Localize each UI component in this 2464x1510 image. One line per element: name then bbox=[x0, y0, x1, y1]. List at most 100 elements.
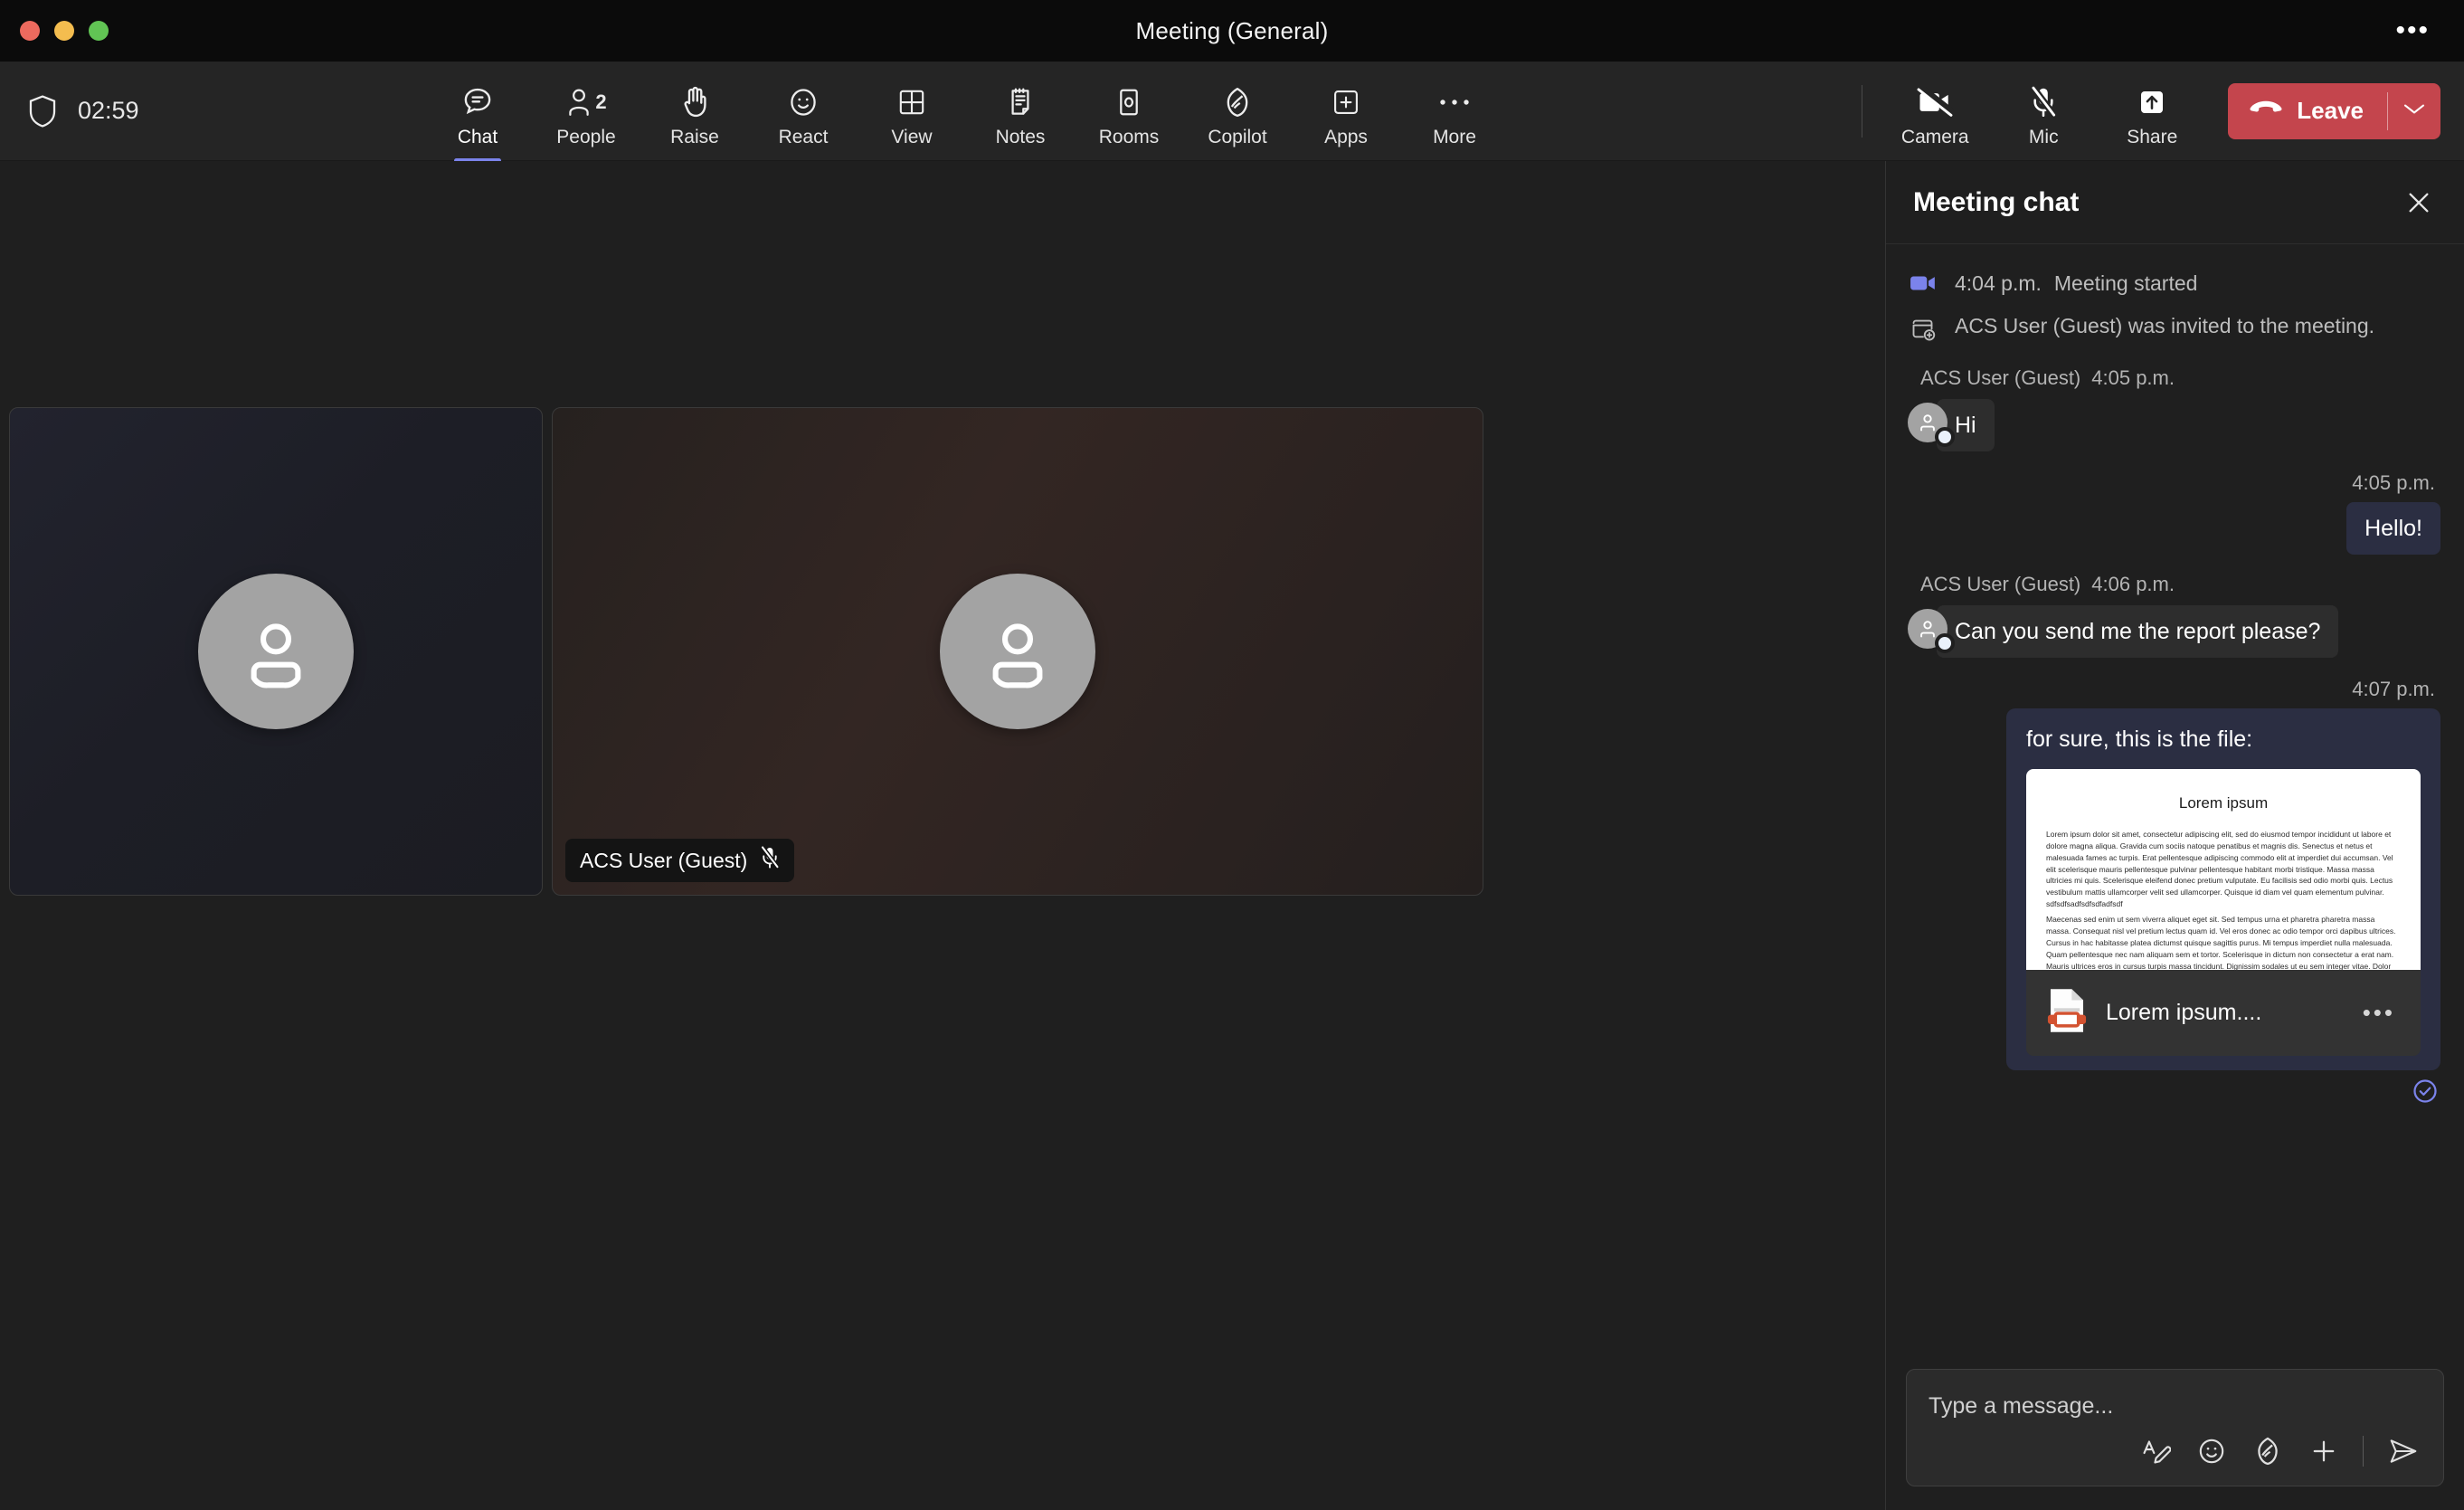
toolbar-label-chat: Chat bbox=[457, 126, 498, 147]
message-bubble: Hello! bbox=[2346, 501, 2440, 555]
compose-box[interactable]: Type a message... bbox=[1906, 1369, 2444, 1486]
toolbar-item-people[interactable]: 2 People bbox=[534, 74, 639, 148]
message-meta: ACS User (Guest) 4:05 p.m. bbox=[1908, 352, 2440, 395]
message-time: 4:05 p.m. bbox=[2352, 470, 2435, 494]
message-time: 4:06 p.m. bbox=[2091, 572, 2175, 595]
file-preview[interactable]: Lorem ipsum Lorem ipsum dolor sit amet, … bbox=[2026, 768, 2421, 970]
chat-compose-area: Type a message... bbox=[1886, 1356, 2464, 1510]
person-avatar-icon bbox=[198, 574, 354, 729]
message-bubble: Can you send me the report please? bbox=[1937, 604, 2339, 658]
mic-label: Mic bbox=[2028, 126, 2059, 147]
message-input[interactable]: Type a message... bbox=[1907, 1370, 2443, 1433]
share-button[interactable]: Share bbox=[2099, 74, 2204, 148]
system-message: ACS User (Guest) was invited to the meet… bbox=[1908, 307, 2440, 348]
people-icon: 2 bbox=[565, 83, 607, 121]
send-icon[interactable] bbox=[2385, 1434, 2421, 1468]
meeting-body: ACS User (Guest) Meeting chat 4:04 p.m. … bbox=[0, 161, 2464, 1510]
emoji-icon[interactable] bbox=[2194, 1434, 2229, 1468]
copilot-icon[interactable] bbox=[2251, 1433, 2285, 1469]
share-up-arrow-icon bbox=[2136, 83, 2168, 121]
participant-name-badge: ACS User (Guest) bbox=[565, 839, 795, 882]
message-time: 4:07 p.m. bbox=[2352, 677, 2435, 700]
toolbar-item-raise[interactable]: Raise bbox=[642, 74, 747, 148]
delivered-check-icon bbox=[2412, 1078, 2439, 1109]
toolbar-label-copilot: Copilot bbox=[1208, 126, 1267, 147]
toolbar-item-notes[interactable]: Notes bbox=[968, 74, 1073, 148]
chat-header: Meeting chat bbox=[1886, 161, 2464, 244]
message-sender: ACS User (Guest) bbox=[1920, 572, 2081, 595]
file-name: Lorem ipsum.... bbox=[2106, 999, 2262, 1025]
leave-main-area[interactable]: Leave bbox=[2228, 83, 2387, 139]
mic-off-icon bbox=[760, 845, 781, 875]
react-smiley-icon bbox=[787, 83, 820, 121]
toolbar-item-view[interactable]: View bbox=[859, 74, 964, 148]
plus-icon[interactable] bbox=[2307, 1434, 2341, 1468]
notes-icon bbox=[1007, 83, 1034, 121]
meeting-chat-panel: Meeting chat 4:04 p.m. Meeting started A… bbox=[1885, 161, 2464, 1510]
chat-message-incoming: Hi bbox=[1908, 398, 2440, 451]
toolbar-left-group: 02:59 bbox=[0, 94, 425, 128]
hangup-icon bbox=[2250, 100, 2282, 121]
toolbar-item-rooms[interactable]: Rooms bbox=[1076, 74, 1181, 148]
participant-tile[interactable]: ACS User (Guest) bbox=[552, 407, 1483, 896]
compose-actions bbox=[1907, 1433, 2443, 1486]
mic-button[interactable]: Mic bbox=[1991, 74, 2096, 148]
rooms-icon bbox=[1115, 83, 1142, 121]
toolbar-item-chat[interactable]: Chat bbox=[425, 74, 530, 163]
toolbar-label-react: React bbox=[778, 126, 829, 147]
toolbar-label-raise: Raise bbox=[670, 126, 719, 147]
participant-tiles: ACS User (Guest) bbox=[9, 407, 1483, 896]
toolbar-label-notes: Notes bbox=[995, 126, 1046, 147]
system-message-body: Meeting started bbox=[2053, 271, 2198, 295]
participant-tile[interactable] bbox=[9, 407, 543, 896]
more-ellipsis-icon bbox=[1438, 83, 1471, 121]
calendar-add-icon bbox=[1908, 312, 1938, 343]
message-meta: ACS User (Guest) 4:06 p.m. bbox=[1908, 558, 2440, 602]
share-label: Share bbox=[2127, 126, 2178, 147]
presence-indicator bbox=[1935, 426, 1955, 447]
toolbar-label-view: View bbox=[891, 126, 933, 147]
apps-plus-icon bbox=[1331, 83, 1361, 121]
file-info-bar[interactable]: Lorem ipsum.... ••• bbox=[2026, 969, 2421, 1056]
people-count-badge: 2 bbox=[595, 90, 607, 113]
toolbar-label-apps: Apps bbox=[1324, 126, 1368, 147]
window-more-menu-icon[interactable]: ••• bbox=[2386, 12, 2439, 50]
video-stage: ACS User (Guest) bbox=[0, 161, 1885, 1510]
leave-options-button[interactable] bbox=[2388, 83, 2440, 139]
chat-icon bbox=[460, 83, 495, 121]
file-preview-body: Lorem ipsum dolor sit amet, consectetur … bbox=[2046, 829, 2393, 909]
video-started-icon bbox=[1908, 270, 1938, 293]
toolbar-right-group: Camera Mic Share Leave bbox=[1845, 74, 2464, 148]
message-bubble: for sure, this is the file: bbox=[2026, 726, 2253, 752]
chevron-down-icon bbox=[2402, 101, 2426, 120]
system-message-body: ACS User (Guest) was invited to the meet… bbox=[1955, 313, 2375, 337]
message-sender: ACS User (Guest) bbox=[1920, 366, 2081, 389]
camera-off-icon bbox=[1916, 83, 1955, 121]
toolbar-label-more: More bbox=[1433, 126, 1476, 147]
toolbar-label-people: People bbox=[556, 126, 616, 147]
person-avatar-icon bbox=[940, 574, 1095, 729]
raise-hand-icon bbox=[680, 83, 709, 121]
camera-button[interactable]: Camera bbox=[1882, 74, 1987, 148]
meeting-toolbar: 02:59 Chat 2 People Raise React View Not… bbox=[0, 62, 2464, 163]
toolbar-item-copilot[interactable]: Copilot bbox=[1185, 74, 1290, 148]
close-icon[interactable] bbox=[2397, 181, 2440, 224]
maximize-window-button[interactable] bbox=[89, 21, 109, 41]
toolbar-item-apps[interactable]: Apps bbox=[1294, 74, 1398, 148]
toolbar-item-react[interactable]: React bbox=[751, 74, 856, 148]
file-attachment-message[interactable]: for sure, this is the file: Lorem ipsum … bbox=[2006, 708, 2440, 1070]
system-message-text: 4:04 p.m. Meeting started bbox=[1955, 270, 2197, 298]
chat-messages-list[interactable]: 4:04 p.m. Meeting started ACS User (Guest… bbox=[1886, 244, 2464, 1356]
meeting-timer: 02:59 bbox=[78, 97, 139, 124]
mic-off-icon bbox=[2030, 83, 2058, 121]
minimize-window-button[interactable] bbox=[54, 21, 74, 41]
close-window-button[interactable] bbox=[20, 21, 40, 41]
avatar bbox=[1908, 608, 1955, 653]
format-text-icon[interactable] bbox=[2138, 1434, 2173, 1468]
toolbar-item-more[interactable]: More bbox=[1402, 74, 1507, 148]
chat-message-outgoing: 4:05 p.m. Hello! bbox=[1908, 455, 2440, 555]
message-status bbox=[2412, 1070, 2440, 1109]
title-bar: Meeting (General) ••• bbox=[0, 0, 2464, 62]
leave-button[interactable]: Leave bbox=[2228, 82, 2440, 139]
file-more-menu-icon[interactable]: ••• bbox=[2357, 997, 2401, 1028]
